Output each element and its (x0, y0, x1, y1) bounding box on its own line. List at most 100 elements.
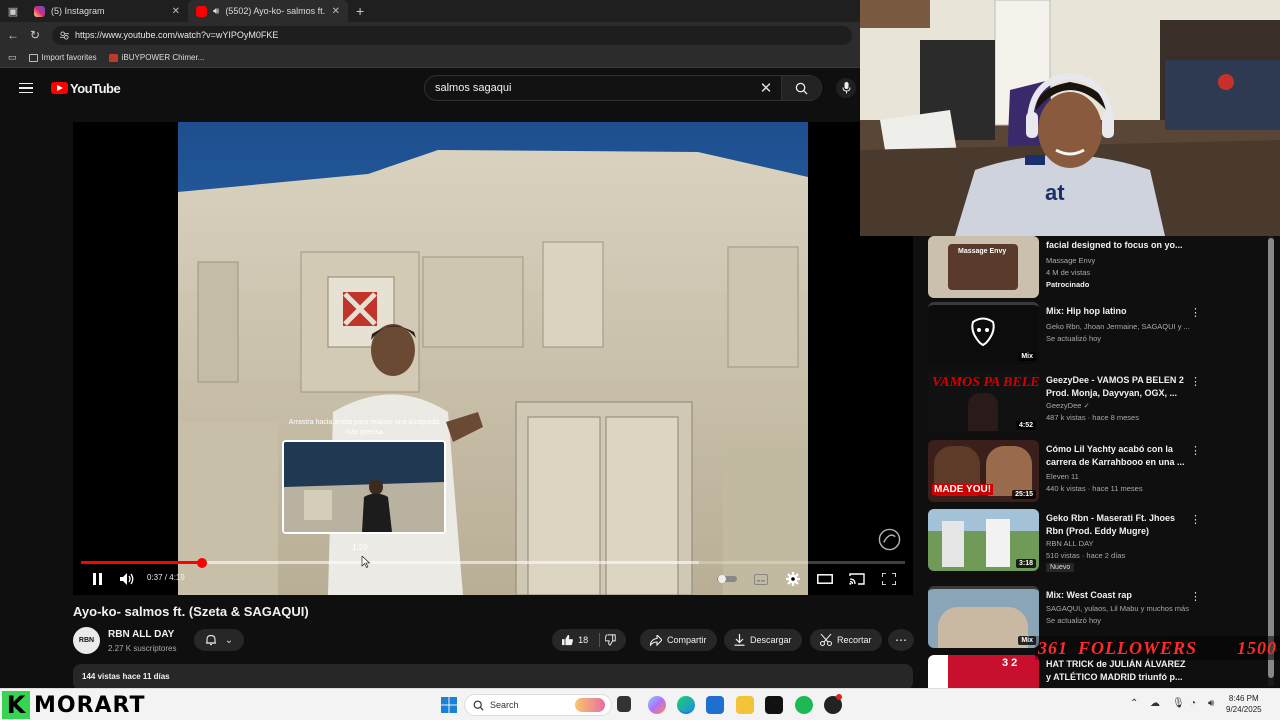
url-field[interactable]: https://www.youtube.com/watch?v=wYIPOyM0… (52, 25, 852, 45)
brand-rest: MORART (34, 692, 146, 718)
pause-button[interactable] (88, 570, 106, 588)
scrubber-handle[interactable] (197, 557, 208, 568)
more-vertical-icon[interactable]: ⋮ (1190, 513, 1201, 526)
copilot-icon[interactable] (648, 696, 666, 714)
channel-watermark-icon[interactable] (878, 528, 901, 551)
chevron-up-icon[interactable]: ⌃ (1130, 698, 1138, 709)
recommendation-item[interactable]: 3:18 Geko Rbn - Maserati Ft. Jhoes Rbn (… (928, 509, 1268, 575)
clip-button[interactable]: Recortar (810, 629, 882, 651)
more-vertical-icon[interactable]: ⋮ (1190, 375, 1201, 388)
cast-icon (849, 573, 865, 585)
clear-search-icon[interactable]: ✕ (751, 79, 781, 97)
recommendation-item[interactable]: MADE YOU! 25:15 Cómo Lil Yachty acabó co… (928, 440, 1268, 506)
volume-button[interactable] (118, 570, 136, 588)
microphone-icon[interactable]: 🎙︎ (1172, 698, 1185, 709)
cast-button[interactable] (847, 570, 867, 588)
recommendation-title[interactable]: Geko Rbn - Maserati Ft. Jhoes Rbn (Prod.… (1046, 512, 1186, 538)
tab-youtube[interactable]: 🔊︎ (5502) Ayo-ko- salmos ft. (S… ✕ (188, 0, 348, 22)
channel-name[interactable]: RBN ALL DAY (108, 629, 174, 640)
sidebar-scrollbar[interactable] (1268, 236, 1274, 686)
recommendation-title[interactable]: HAT TRICK de JULIÁN ÁLVAREZ y ATLÉTICO M… (1046, 658, 1186, 684)
back-icon[interactable]: ← (2, 28, 24, 42)
settings-button[interactable] (784, 570, 802, 588)
more-vertical-icon[interactable]: ⋮ (1190, 306, 1201, 319)
close-icon[interactable]: ✕ (332, 6, 340, 17)
wifi-icon[interactable]: ◔ (1190, 698, 1196, 709)
site-info-icon[interactable] (60, 30, 69, 40)
recommendation-title[interactable]: Mix: Hip hop latino (1046, 305, 1186, 318)
recommendation-title[interactable]: Cómo Lil Yachty acabó con la carrera de … (1046, 443, 1186, 469)
menu-icon[interactable] (19, 82, 33, 94)
tab-actions-icon[interactable]: ▣ (0, 0, 26, 22)
autoplay-toggle[interactable] (716, 570, 738, 588)
download-icon (734, 634, 745, 646)
store-icon[interactable] (706, 696, 724, 714)
clock[interactable]: 8:46 PM 9/24/2025 (1226, 693, 1262, 715)
recommendation-item[interactable]: Mix Mix: Hip hop latino Geko Rbn, Jhoan … (928, 302, 1268, 368)
search-button[interactable] (781, 76, 821, 100)
new-tab-icon[interactable]: + (356, 3, 364, 19)
drag-search-tip: Arrastra hacia arriba para realizar una … (288, 419, 440, 436)
bookmark-ibuypower[interactable]: iBUYPOWER Chimer... (108, 53, 204, 62)
file-explorer-icon[interactable] (736, 696, 754, 714)
more-actions-button[interactable]: ⋯ (888, 629, 914, 651)
like-button[interactable]: 18 (552, 629, 626, 651)
recommendation-channel[interactable]: SAGAQUI, yulaos, Lil Mabu y muchos más (1046, 604, 1189, 613)
autoplay-icon (717, 575, 737, 583)
windows-taskbar: K MORART Search ⌃ ☁︎ 🎙︎ ◔ 🔊︎ 8:46 PM 9/2… (0, 688, 1280, 720)
recommendation-thumbnail[interactable]: 3:18 (928, 509, 1039, 571)
recommendation-item[interactable]: Massage Envy facial designed to focus on… (928, 236, 1268, 302)
taskbar-search-input[interactable]: Search (464, 694, 612, 716)
search-box[interactable]: salmos sagaqui ✕ (424, 75, 822, 101)
recommendation-channel[interactable]: Eleven 11 (1046, 472, 1079, 481)
more-vertical-icon[interactable]: ⋮ (1190, 444, 1201, 457)
recommendation-thumbnail[interactable]: Mix (928, 586, 1039, 648)
scrollbar-thumb[interactable] (1268, 238, 1274, 678)
video-frame[interactable] (178, 122, 808, 595)
youtube-logo[interactable]: YouTube (51, 81, 121, 96)
windows-start-icon[interactable] (440, 696, 458, 714)
theater-mode-button[interactable] (815, 570, 835, 588)
task-view-icon[interactable] (617, 696, 631, 712)
speaker-icon[interactable]: 🔊︎ (1208, 698, 1214, 709)
recommendation-thumbnail[interactable]: VAMOS PA BELEN 4:52 (928, 371, 1039, 433)
thumbs-down-icon[interactable] (604, 634, 616, 646)
bookmark-import-favorites[interactable]: Import favorites (28, 53, 97, 62)
fullscreen-button[interactable] (879, 570, 899, 588)
subscribed-notifications-button[interactable]: ⌄ (194, 629, 244, 651)
recommendation-thumbnail[interactable]: MADE YOU! 25:15 (928, 440, 1039, 502)
progress-bar[interactable] (81, 557, 905, 568)
spotify-icon[interactable] (795, 696, 813, 714)
download-button[interactable]: Descargar (724, 629, 802, 651)
recommendation-thumbnail[interactable]: Mix (928, 302, 1039, 364)
recommendation-channel[interactable]: GeezyDee ✓ (1046, 401, 1090, 410)
more-vertical-icon[interactable]: ⋮ (1190, 590, 1201, 603)
recommendation-title[interactable]: Mix: West Coast rap (1046, 589, 1186, 602)
reading-list-icon[interactable]: ▭ (8, 52, 17, 63)
recommendation-channel[interactable]: Massage Envy (1046, 256, 1095, 265)
video-player[interactable] (73, 122, 913, 595)
subtitles-button[interactable] (752, 570, 770, 588)
channel-avatar[interactable]: RBN (73, 627, 100, 654)
voice-search-button[interactable] (836, 78, 856, 98)
recommendation-thumbnail[interactable]: 3 2 (928, 655, 1039, 688)
reload-icon[interactable]: ↻ (24, 28, 46, 42)
recommendation-item[interactable]: VAMOS PA BELEN 4:52 GeezyDee - VAMOS PA … (928, 371, 1268, 437)
search-input[interactable]: salmos sagaqui (425, 82, 751, 94)
speaker-icon[interactable]: 🔊︎ (213, 6, 219, 17)
youtube-icon (196, 5, 207, 17)
recommendation-title[interactable]: facial designed to focus on yo... (1046, 239, 1186, 252)
description-box[interactable]: 144 vistas hace 11 días (73, 664, 913, 690)
recommendation-channel[interactable]: RBN ALL DAY (1046, 539, 1094, 548)
recommendation-thumbnail[interactable]: Massage Envy (928, 236, 1039, 298)
edge-icon[interactable] (677, 696, 695, 714)
recommendation-channel[interactable]: Geko Rbn, Jhoan Jermaine, SAGAQUI y ... (1046, 322, 1190, 331)
recommendation-title[interactable]: GeezyDee - VAMOS PA BELEN 2 Prod. Monja,… (1046, 374, 1186, 400)
duration-badge: 4:52 (1015, 421, 1036, 430)
tab-instagram[interactable]: (5) Instagram ✕ (26, 0, 188, 22)
cloud-icon[interactable]: ☁︎ (1150, 698, 1160, 709)
share-button[interactable]: Compartir (640, 629, 717, 651)
close-icon[interactable]: ✕ (172, 6, 180, 17)
url-text: https://www.youtube.com/watch?v=wYIPOyM0… (75, 30, 279, 40)
obs-icon[interactable] (765, 696, 783, 714)
